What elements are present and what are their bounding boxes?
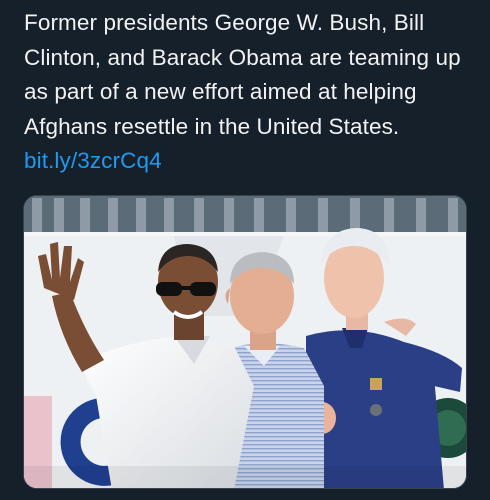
tweet-photo[interactable]: [23, 195, 467, 489]
tweet-text: Former presidents George W. Bush, Bill C…: [24, 6, 474, 179]
tweet: Former presidents George W. Bush, Bill C…: [0, 0, 490, 500]
tweet-body: Former presidents George W. Bush, Bill C…: [24, 10, 461, 139]
photo-illustration: [24, 196, 466, 488]
tweet-link[interactable]: bit.ly/3zcrCq4: [24, 148, 162, 173]
